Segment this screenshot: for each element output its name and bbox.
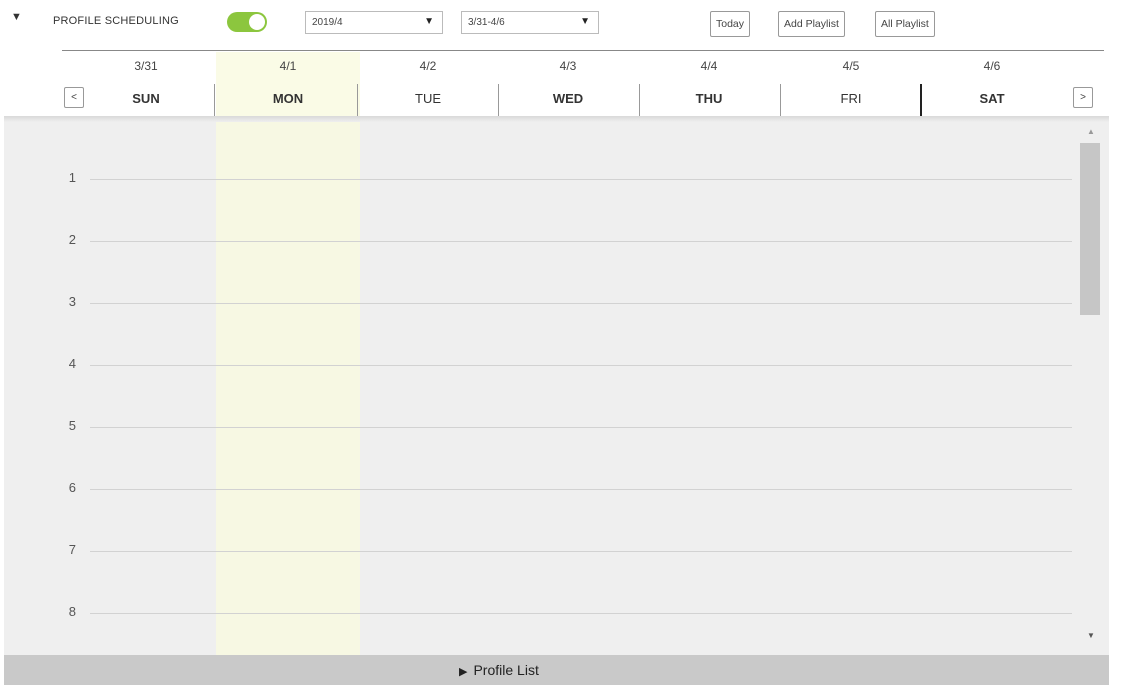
current-day-column [216, 118, 360, 655]
hour-line [90, 427, 1072, 428]
profile-list-toggle[interactable]: ▶ Profile List [4, 655, 1109, 685]
header-shadow [4, 116, 1109, 122]
divider [62, 50, 1104, 51]
play-triangle-icon: ▶ [459, 666, 468, 678]
day-header-mon[interactable]: MON [258, 91, 318, 106]
chevron-down-icon: ▼ [424, 16, 434, 27]
week-select-value: 3/31-4/6 [468, 17, 505, 28]
profile-list-label: Profile List [473, 662, 539, 678]
hour-label: 5 [68, 418, 76, 433]
column-separator [920, 84, 922, 116]
page-title: PROFILE SCHEDULING [53, 15, 179, 27]
hour-label: 1 [68, 170, 76, 185]
hour-label: 4 [68, 356, 76, 371]
date-label: 4/2 [419, 59, 437, 73]
today-button[interactable]: Today [710, 11, 751, 37]
hour-line [90, 179, 1072, 180]
column-separator [357, 84, 358, 116]
hour-line [90, 303, 1072, 304]
add-playlist-button[interactable]: Add Playlist [778, 11, 845, 37]
day-header-fri[interactable]: FRI [821, 91, 881, 106]
prev-week-button[interactable]: < [64, 87, 84, 108]
hour-label: 3 [68, 294, 76, 309]
scroll-down-icon[interactable]: ▼ [1084, 631, 1098, 640]
hour-label: 8 [68, 604, 76, 619]
scroll-up-icon[interactable]: ▲ [1084, 127, 1098, 136]
scrollbar-thumb[interactable] [1080, 143, 1100, 315]
column-separator [780, 84, 781, 116]
date-label: 4/6 [983, 59, 1001, 73]
hour-label: 2 [68, 232, 76, 247]
chevron-down-icon: ▼ [580, 16, 590, 27]
all-playlist-button[interactable]: All Playlist [875, 11, 935, 37]
column-separator [639, 84, 640, 116]
hour-line [90, 613, 1072, 614]
day-header-sun[interactable]: SUN [116, 91, 176, 106]
scheduling-toggle[interactable] [227, 12, 267, 32]
day-header-sat[interactable]: SAT [962, 91, 1022, 106]
hour-label: 6 [68, 480, 76, 495]
next-week-button[interactable]: > [1073, 87, 1093, 108]
collapse-arrow-icon[interactable]: ▼ [11, 11, 22, 23]
month-select[interactable]: 2019/4 ▼ [305, 11, 443, 34]
day-header-thu[interactable]: THU [679, 91, 739, 106]
hour-line [90, 365, 1072, 366]
column-separator [498, 84, 499, 116]
column-separator [214, 84, 215, 116]
hour-line [90, 241, 1072, 242]
week-select[interactable]: 3/31-4/6 ▼ [461, 11, 599, 34]
date-label: 4/5 [842, 59, 860, 73]
hour-line [90, 551, 1072, 552]
date-label: 4/1 [279, 59, 297, 73]
top-bar: ▼ PROFILE SCHEDULING 2019/4 ▼ 3/31-4/6 ▼… [0, 0, 1128, 46]
hour-line [90, 489, 1072, 490]
calendar-grid[interactable] [4, 118, 1109, 655]
day-header-wed[interactable]: WED [538, 91, 598, 106]
date-label: 4/4 [700, 59, 718, 73]
month-select-value: 2019/4 [312, 17, 343, 28]
profile-list-header: ▶ Profile List [459, 662, 539, 678]
toggle-knob [249, 14, 265, 30]
hour-label: 7 [68, 542, 76, 557]
date-label: 4/3 [559, 59, 577, 73]
day-header-tue[interactable]: TUE [398, 91, 458, 106]
date-label: 3/31 [134, 59, 158, 73]
